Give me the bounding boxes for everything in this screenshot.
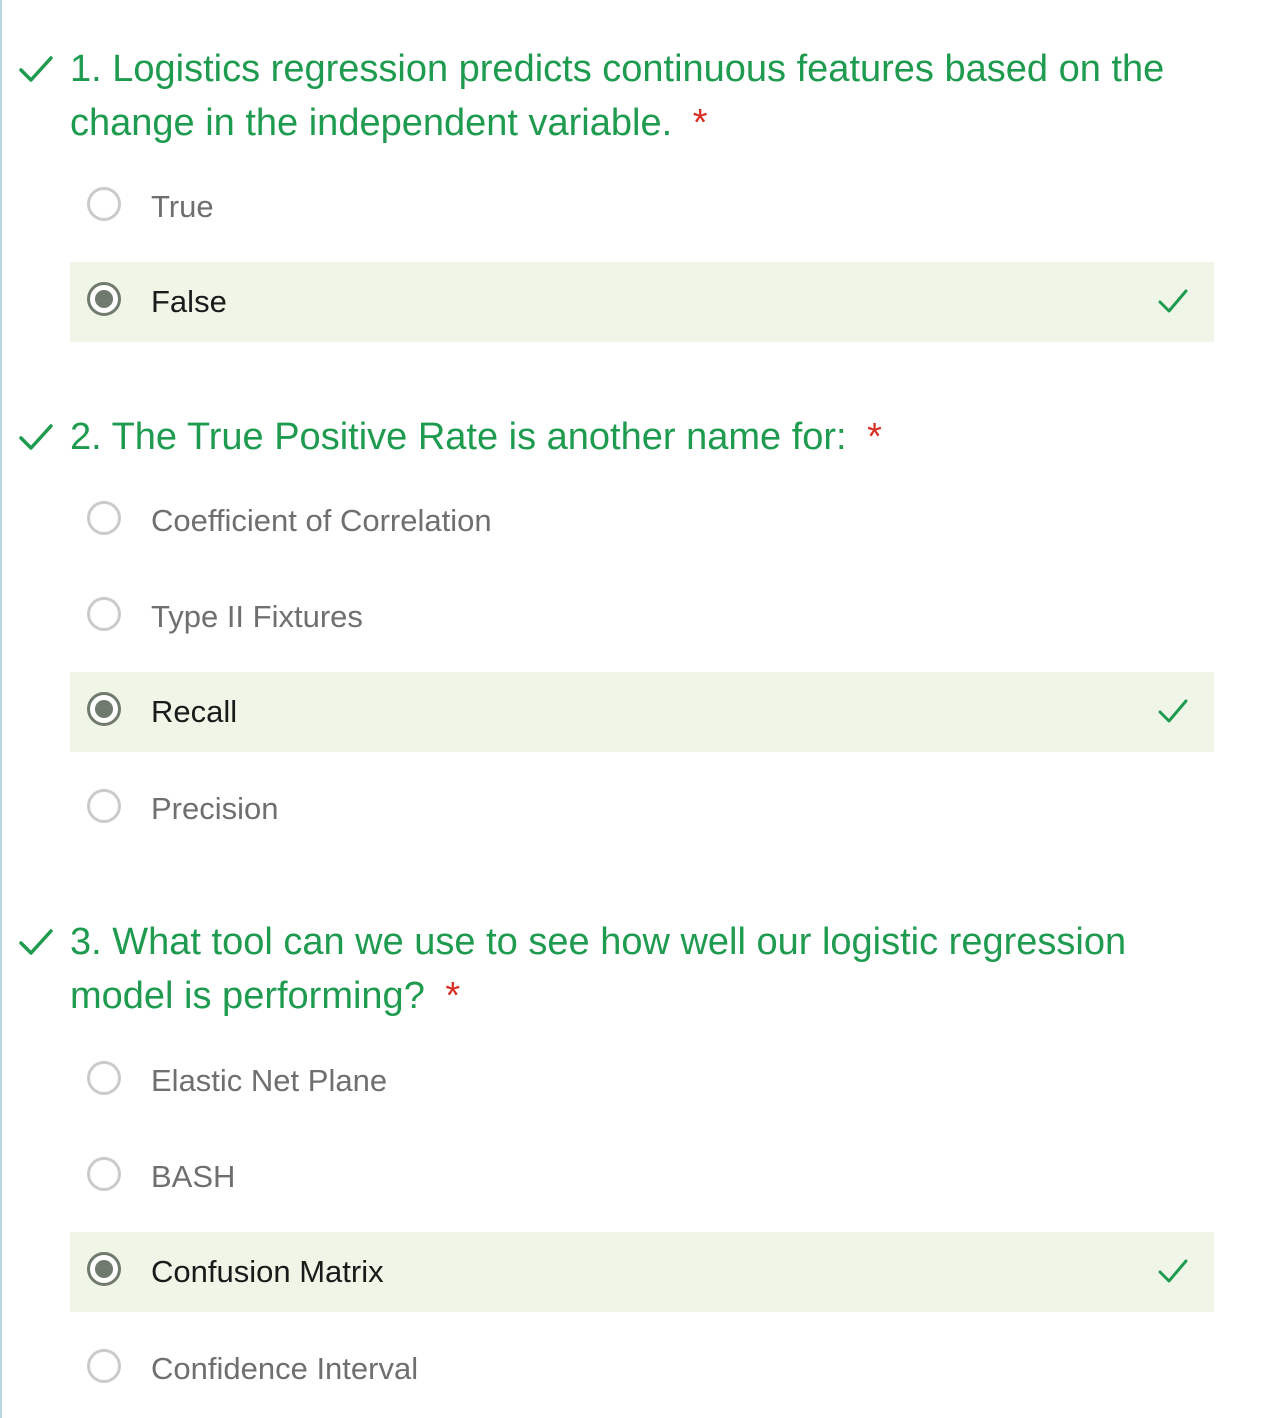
correct-check-icon xyxy=(1158,1259,1188,1283)
option-label: Confusion Matrix xyxy=(151,1254,384,1289)
question-number: 2. xyxy=(70,416,102,458)
question-text: The True Positive Rate is another name f… xyxy=(111,416,847,458)
option-label: Recall xyxy=(151,694,238,729)
required-asterisk: * xyxy=(692,102,708,144)
option-label: Precision xyxy=(151,791,279,826)
check-icon xyxy=(19,929,53,955)
option-coefficient-of-correlation[interactable]: Coefficient of Correlation xyxy=(70,481,1214,561)
option-bash[interactable]: BASH xyxy=(70,1137,1214,1217)
option-label: Type II Fixtures xyxy=(151,599,363,634)
check-icon xyxy=(19,424,53,450)
radio-button[interactable] xyxy=(87,187,121,221)
option-label: Confidence Interval xyxy=(151,1351,419,1386)
radio-button-selected[interactable] xyxy=(87,282,121,316)
question-number: 1. xyxy=(70,48,102,90)
option-type-ii-fixtures[interactable]: Type II Fixtures xyxy=(70,577,1214,657)
correct-check-icon xyxy=(1158,699,1188,723)
question-number: 3. xyxy=(70,921,102,963)
required-asterisk: * xyxy=(867,416,882,458)
option-elastic-net-plane[interactable]: Elastic Net Plane xyxy=(70,1041,1214,1121)
question-text: What tool can we use to see how well our… xyxy=(70,921,1127,1017)
option-label: Coefficient of Correlation xyxy=(151,503,492,538)
option-precision[interactable]: Precision xyxy=(70,769,1214,849)
left-border xyxy=(0,0,2,1418)
correct-check-icon xyxy=(1158,289,1188,313)
question-title: 2. The True Positive Rate is another nam… xyxy=(0,410,1274,464)
option-recall[interactable]: Recall xyxy=(70,672,1214,752)
option-label: True xyxy=(151,189,214,224)
option-label: Elastic Net Plane xyxy=(151,1063,388,1098)
radio-button-selected[interactable] xyxy=(87,692,121,726)
question-text: Logistics regression predicts continuous… xyxy=(70,48,1165,144)
radio-button[interactable] xyxy=(87,597,121,631)
radio-button[interactable] xyxy=(87,1349,121,1383)
required-asterisk: * xyxy=(445,975,461,1017)
radio-button[interactable] xyxy=(87,789,121,823)
option-confusion-matrix[interactable]: Confusion Matrix xyxy=(70,1232,1214,1312)
radio-button[interactable] xyxy=(87,1157,121,1191)
question-title: 1. Logistics regression predicts continu… xyxy=(0,42,1274,150)
option-label: BASH xyxy=(151,1159,236,1194)
option-false[interactable]: False xyxy=(70,262,1214,342)
option-label: False xyxy=(151,284,227,319)
question-title: 3. What tool can we use to see how well … xyxy=(0,915,1274,1023)
radio-button[interactable] xyxy=(87,1061,121,1095)
check-icon xyxy=(19,56,53,82)
option-true[interactable]: True xyxy=(70,167,1214,247)
option-confidence-interval[interactable]: Confidence Interval xyxy=(70,1329,1214,1409)
radio-button[interactable] xyxy=(87,501,121,535)
radio-button-selected[interactable] xyxy=(87,1252,121,1286)
